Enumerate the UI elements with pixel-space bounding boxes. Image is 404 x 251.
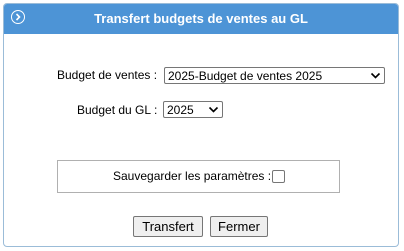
transfer-dialog: Transfert budgets de ventes au GL: [3, 3, 399, 247]
transfer-button[interactable]: Transfert: [133, 216, 203, 237]
budget-ventes-value: 2025-Budget de ventes 2025: [168, 68, 323, 83]
budget-ventes-label: Budget de ventes :: [57, 68, 158, 82]
budget-ventes-select[interactable]: 2025-Budget de ventes 2025: [164, 67, 385, 84]
save-params-box: Sauvegarder les paramètres :: [57, 160, 340, 193]
budget-gl-select[interactable]: 2025: [163, 101, 223, 118]
save-params-checkbox[interactable]: [272, 170, 285, 183]
save-params-label: Sauvegarder les paramètres :: [113, 169, 272, 183]
chevron-down-icon: [370, 72, 381, 79]
dialog-titlebar: Transfert budgets de ventes au GL: [4, 4, 398, 34]
chevron-down-icon: [208, 106, 219, 113]
budget-gl-label: Budget du GL :: [77, 103, 158, 117]
budget-gl-value: 2025: [167, 102, 194, 117]
dialog-title: Transfert budgets de ventes au GL: [94, 11, 308, 26]
close-button[interactable]: Fermer: [210, 216, 268, 237]
